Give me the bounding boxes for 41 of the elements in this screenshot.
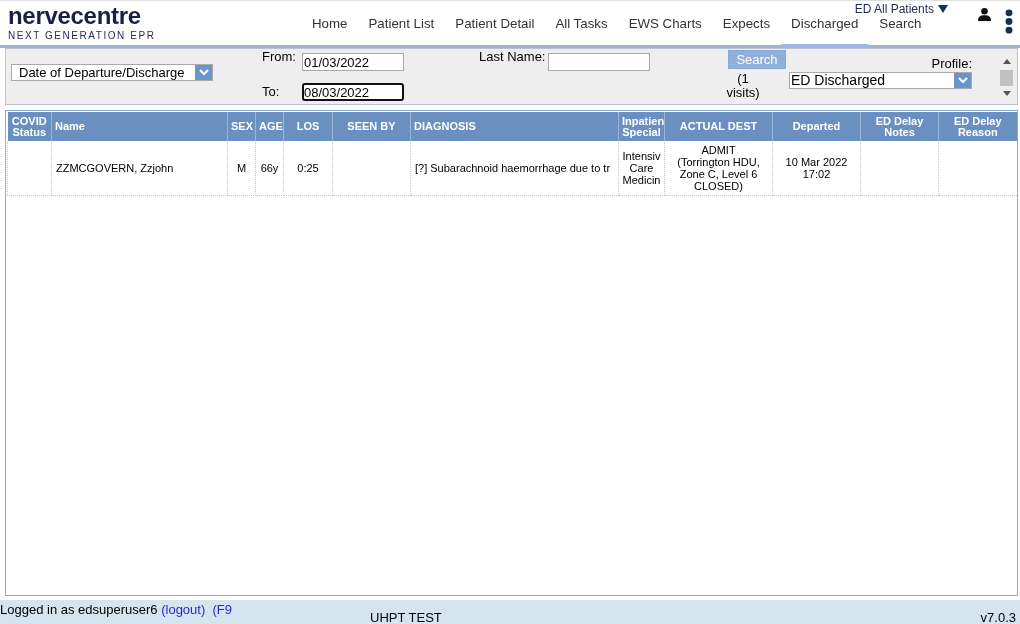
visit-count: (1 visits) (725, 72, 761, 100)
scroll-up-icon[interactable] (1002, 59, 1011, 64)
logout-link[interactable]: (logout) (161, 602, 206, 617)
ward-menu[interactable]: ED All Patients (854, 3, 948, 15)
nav-tab[interactable]: Patient Detail (444, 16, 545, 47)
scrollbar-thumb[interactable] (1000, 70, 1013, 86)
date-type-select[interactable]: Date of Departure/Discharge (11, 64, 213, 81)
table-cell: ADMIT (Torrington HDU, Zone C, Level 6 CLOSED) (664, 141, 773, 196)
login-status-text: Logged in as edsuperuser6 (logout) (F9 (0, 602, 232, 617)
caret-down-icon (938, 5, 948, 13)
table-cell: M (227, 141, 256, 196)
chevron-down-icon (195, 65, 212, 80)
table-cell: [?] Subarachnoid haemorrhage due to tr (410, 141, 619, 196)
last-name-label: Last Name: (479, 50, 547, 64)
nav-tab[interactable]: Home (301, 16, 358, 47)
table-cell: 66y (255, 141, 284, 196)
environment-label: UHPT TEST (370, 611, 442, 624)
nav-tab[interactable]: Patient List (358, 16, 445, 47)
last-name-field[interactable] (548, 53, 650, 71)
version-label: v7.0.3 (980, 611, 1017, 624)
to-label: To: (262, 85, 281, 99)
from-date-field[interactable]: 01/03/2022 (302, 53, 404, 71)
more-menu-icon[interactable] (1005, 9, 1013, 34)
table-cell: 0:25 (283, 141, 333, 196)
table-cell: ZZMCGOVERN, Zzjohn (51, 141, 228, 196)
user-icon[interactable] (978, 8, 991, 21)
table-cell: 10 Mar 2022 17:02 (772, 141, 861, 196)
profile-select[interactable]: ED Discharged (789, 72, 972, 89)
nav-tab[interactable]: EWS Charts (618, 16, 713, 47)
profile-label: Profile: (931, 57, 972, 71)
logo-tagline: NEXT GENERATION EPR (8, 30, 156, 42)
to-date-field[interactable]: 08/03/2022 (302, 83, 404, 101)
chevron-down-icon (954, 73, 971, 88)
from-label: From: (262, 50, 297, 64)
back-link[interactable]: (F9 (212, 602, 232, 617)
nav-tab[interactable]: Search (868, 16, 932, 47)
logo-wordmark: nervecentre (8, 4, 142, 28)
nav-tab[interactable]: All Tasks (544, 16, 619, 47)
nav-tab[interactable]: Expects (712, 16, 781, 47)
table-cell: Intensiv Care Medicin (618, 141, 665, 196)
scroll-down-icon[interactable] (1002, 91, 1011, 96)
